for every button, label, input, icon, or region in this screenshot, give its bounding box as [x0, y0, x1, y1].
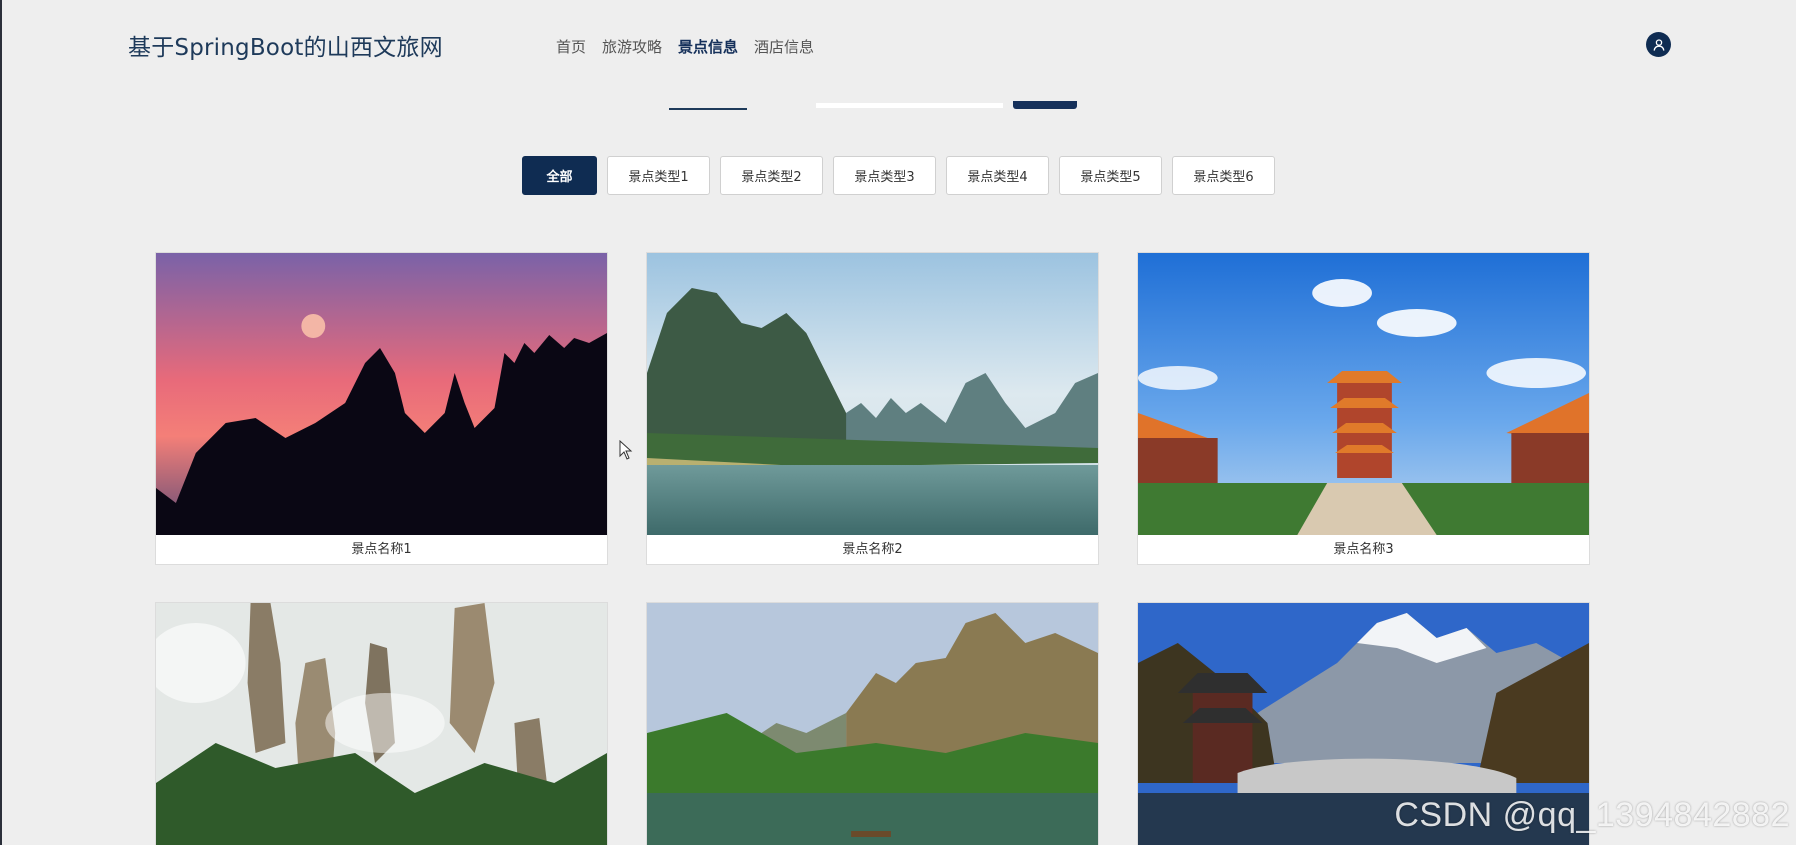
filter-type-3-button[interactable]: 景点类型3	[833, 156, 936, 195]
filter-type-2-button[interactable]: 景点类型2	[720, 156, 823, 195]
attraction-card[interactable]	[155, 602, 608, 845]
attraction-name: 景点名称1	[351, 542, 412, 557]
attraction-name: 景点名称3	[1333, 542, 1394, 557]
attraction-card[interactable]: 景点名称2	[646, 252, 1099, 565]
attraction-image	[647, 253, 1098, 535]
filter-type-6-button[interactable]: 景点类型6	[1172, 156, 1275, 195]
attraction-image	[156, 603, 607, 845]
attraction-image	[647, 603, 1098, 845]
nav-item-travel-guides[interactable]: 旅游攻略	[594, 30, 670, 72]
category-filters: 全部 景点类型1 景点类型2 景点类型3 景点类型4 景点类型5 景点类型6	[522, 156, 1275, 195]
site-title[interactable]: 基于SpringBoot的山西文旅网	[128, 28, 443, 62]
watermark: CSDN @qq_1394842882	[1394, 796, 1790, 834]
attraction-image	[156, 253, 607, 535]
attraction-card[interactable]: 景点名称3	[1137, 252, 1590, 565]
window-edge	[0, 0, 2, 845]
attraction-image	[1138, 253, 1589, 535]
nav-item-attractions[interactable]: 景点信息	[669, 30, 748, 110]
user-avatar-button[interactable]	[1646, 32, 1671, 57]
search-button[interactable]	[1013, 101, 1077, 109]
filter-type-1-button[interactable]: 景点类型1	[607, 156, 710, 195]
nav-item-home[interactable]: 首页	[548, 30, 594, 72]
attraction-card[interactable]	[646, 602, 1099, 845]
nav-item-hotels[interactable]: 酒店信息	[746, 30, 822, 72]
attraction-name: 景点名称2	[842, 542, 903, 557]
search-input[interactable]	[816, 103, 1003, 108]
mouse-cursor-icon	[619, 440, 633, 460]
page: 基于SpringBoot的山西文旅网 首页 旅游攻略 景点信息 酒店信息 全部 …	[0, 0, 1796, 845]
filter-all-button[interactable]: 全部	[522, 156, 597, 195]
filter-type-4-button[interactable]: 景点类型4	[946, 156, 1049, 195]
attraction-card[interactable]: 景点名称1	[155, 252, 608, 565]
filter-type-5-button[interactable]: 景点类型5	[1059, 156, 1162, 195]
user-icon	[1653, 38, 1664, 51]
main-nav: 首页 旅游攻略 景点信息 酒店信息	[548, 30, 822, 110]
